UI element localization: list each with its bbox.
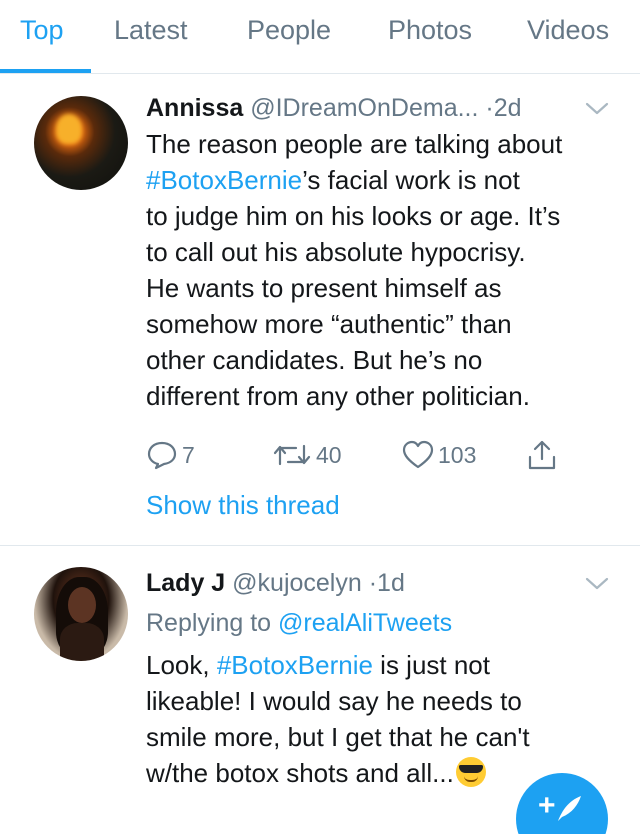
reply-button[interactable]: 7 [146, 438, 195, 472]
tweet-text-line: likeable! I would say he needs to [146, 686, 522, 716]
search-tabs: Top Latest People Photos Videos [0, 0, 640, 74]
user-handle[interactable]: @kujocelyn [232, 569, 362, 597]
replying-to: Replying to @realAliTweets [146, 609, 453, 637]
share-button[interactable] [526, 438, 558, 472]
heart-icon [402, 440, 434, 469]
tweet-text-line: Look, #BotoxBernie is just not [146, 650, 490, 680]
user-handle[interactable]: @IDreamOnDema... [250, 94, 478, 122]
tweet-header: Annissa @IDreamOnDema... ·2d [146, 92, 522, 124]
tweet-header: Lady J @kujocelyn ·1d [146, 567, 405, 599]
reply-icon [147, 441, 177, 470]
retweet-button[interactable]: 40 [272, 438, 342, 472]
avatar[interactable] [34, 567, 128, 661]
tweet-text-line: different from any other politician. [146, 381, 530, 411]
retweet-icon [273, 444, 311, 466]
tweet[interactable]: Annissa @IDreamOnDema... ·2d The reason … [0, 74, 640, 546]
tab-top[interactable]: Top [20, 10, 64, 50]
hashtag-link[interactable]: #BotoxBernie [217, 650, 373, 680]
chevron-down-icon[interactable] [584, 575, 610, 593]
tab-videos[interactable]: Videos [527, 10, 609, 50]
sunglasses-emoji-icon [455, 757, 486, 787]
plus-icon: + [538, 789, 556, 822]
tweet-text: Look, #BotoxBernie is just not likeable!… [146, 647, 616, 791]
timestamp[interactable]: 2d [494, 94, 522, 122]
tab-photos[interactable]: Photos [388, 10, 472, 50]
like-button[interactable]: 103 [402, 438, 476, 472]
tweet-text-line: other candidates. But he’s no [146, 345, 483, 375]
compose-tweet-icon [558, 796, 581, 821]
separator-dot: · [368, 569, 378, 597]
tweet-text-line: somehow more “authentic” than [146, 309, 512, 339]
tab-latest[interactable]: Latest [114, 10, 188, 50]
tweet-text-line: to judge him on his looks or age. It’s [146, 201, 561, 231]
tweet-text-line: to call out his absolute hypocrisy. [146, 237, 526, 267]
tweet-text-line: #BotoxBernie’s facial work is not [146, 165, 520, 195]
active-tab-indicator [0, 69, 91, 73]
tweet-text-line: He wants to present himself as [146, 273, 502, 303]
separator-dot: · [485, 94, 494, 122]
avatar[interactable] [34, 96, 128, 190]
share-icon [528, 440, 556, 470]
tweet-text: The reason people are talking about #Bot… [146, 126, 616, 414]
tweet-actions: 7 40 103 [146, 438, 606, 472]
tweet-text-line: smile more, but I get that he can't [146, 722, 530, 752]
timestamp[interactable]: 1d [377, 569, 405, 597]
show-thread-link[interactable]: Show this thread [146, 488, 340, 522]
display-name[interactable]: Annissa [146, 94, 243, 122]
like-count: 103 [438, 441, 477, 468]
tweet-text-line: The reason people are talking about [146, 129, 563, 159]
retweet-count: 40 [316, 441, 342, 468]
display-name[interactable]: Lady J [146, 569, 225, 597]
reply-count: 7 [182, 441, 195, 468]
tab-people[interactable]: People [247, 10, 331, 50]
mention-link[interactable]: @realAliTweets [278, 609, 452, 637]
chevron-down-icon[interactable] [584, 100, 610, 118]
hashtag-link[interactable]: #BotoxBernie [146, 165, 302, 195]
